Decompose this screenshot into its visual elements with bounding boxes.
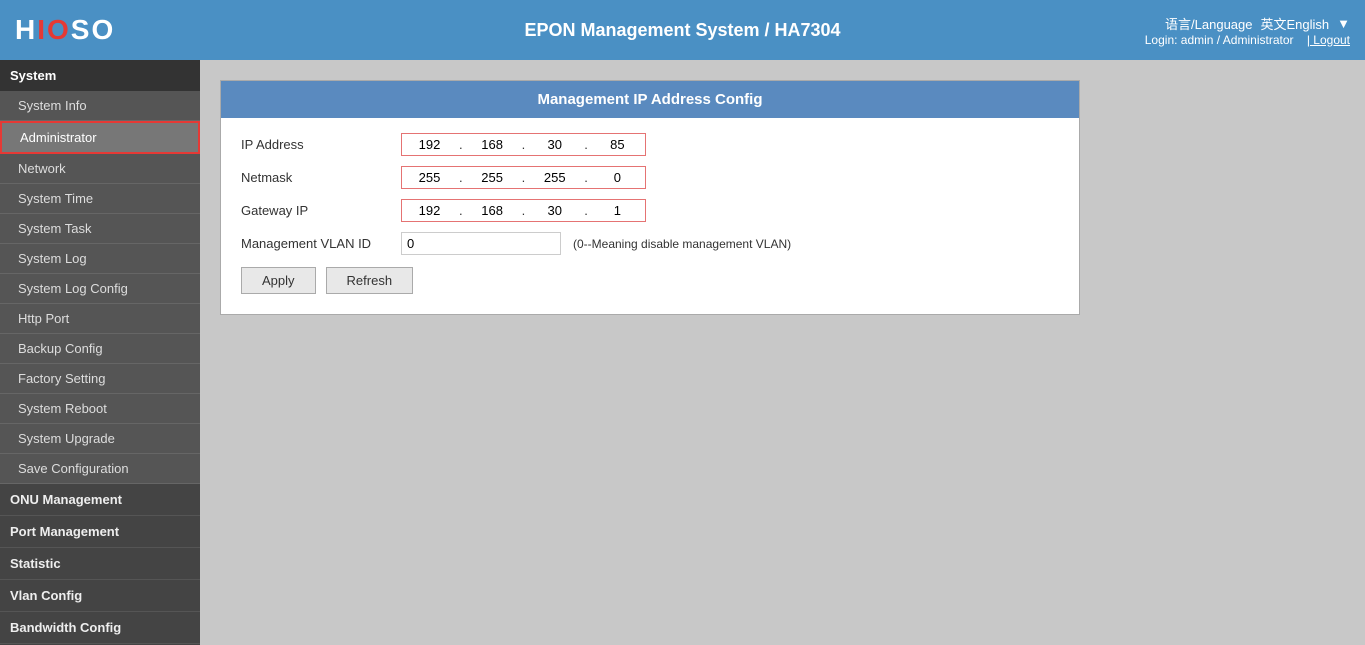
config-body: IP Address . . . Netmask: [221, 118, 1079, 314]
gateway-ip-row: Gateway IP . . .: [241, 199, 1059, 222]
sidebar-item-onu-management[interactable]: ONU Management: [0, 484, 200, 516]
logo-text: HIOSO: [15, 14, 115, 46]
ip-address-row: IP Address . . .: [241, 133, 1059, 156]
ip-address-octet3[interactable]: [527, 134, 582, 155]
vlan-id-label: Management VLAN ID: [241, 236, 401, 251]
gateway-dot-3: .: [582, 203, 590, 218]
ip-address-octet4[interactable]: [590, 134, 645, 155]
language-label: 语言/Language: [1165, 14, 1252, 33]
header: HIOSO EPON Management System / HA7304 语言…: [0, 0, 1365, 60]
sidebar-item-backup-config[interactable]: Backup Config: [0, 334, 200, 364]
ip-address-octet1[interactable]: [402, 134, 457, 155]
vlan-id-input[interactable]: [401, 232, 561, 255]
gateway-ip-octet3[interactable]: [527, 200, 582, 221]
sidebar-system-header: System: [0, 60, 200, 91]
refresh-button[interactable]: Refresh: [326, 267, 414, 294]
ip-dot-2: .: [520, 137, 528, 152]
sidebar-item-save-configuration[interactable]: Save Configuration: [0, 454, 200, 484]
sidebar-item-system-task[interactable]: System Task: [0, 214, 200, 244]
sidebar-item-factory-setting[interactable]: Factory Setting: [0, 364, 200, 394]
sidebar-item-system-reboot[interactable]: System Reboot: [0, 394, 200, 424]
netmask-octet4[interactable]: [590, 167, 645, 188]
sidebar-item-administrator[interactable]: Administrator: [0, 121, 200, 154]
config-box: Management IP Address Config IP Address …: [220, 80, 1080, 315]
ip-address-label: IP Address: [241, 137, 401, 152]
apply-button[interactable]: Apply: [241, 267, 316, 294]
gateway-dot-2: .: [520, 203, 528, 218]
header-title: EPON Management System / HA7304: [524, 20, 840, 41]
logout-link[interactable]: | Logout: [1307, 33, 1350, 47]
gateway-ip-label: Gateway IP: [241, 203, 401, 218]
sidebar: System System Info Administrator Network…: [0, 60, 200, 645]
login-info: Login: admin / Administrator | Logout: [1145, 33, 1350, 47]
vlan-hint: (0--Meaning disable management VLAN): [573, 237, 791, 251]
login-text: Login: admin / Administrator: [1145, 33, 1294, 47]
main-content: Management IP Address Config IP Address …: [200, 60, 1365, 645]
vlan-id-row: Management VLAN ID (0--Meaning disable m…: [241, 232, 1059, 255]
sidebar-item-system-info[interactable]: System Info: [0, 91, 200, 121]
gateway-ip-octet4[interactable]: [590, 200, 645, 221]
sidebar-item-port-management[interactable]: Port Management: [0, 516, 200, 548]
ip-dot-3: .: [582, 137, 590, 152]
config-title: Management IP Address Config: [221, 81, 1079, 118]
sidebar-item-vlan-config[interactable]: Vlan Config: [0, 580, 200, 612]
sidebar-item-bandwidth-config[interactable]: Bandwidth Config: [0, 612, 200, 644]
sidebar-item-system-time[interactable]: System Time: [0, 184, 200, 214]
netmask-dot-3: .: [582, 170, 590, 185]
netmask-octet1[interactable]: [402, 167, 457, 188]
header-right: 语言/Language 英文English ▼ Login: admin / A…: [1145, 14, 1350, 47]
netmask-octet2[interactable]: [465, 167, 520, 188]
language-selector[interactable]: 英文English: [1260, 14, 1329, 33]
netmask-dot-1: .: [457, 170, 465, 185]
netmask-octet3[interactable]: [527, 167, 582, 188]
sidebar-item-http-port[interactable]: Http Port: [0, 304, 200, 334]
ip-address-fields: . . .: [401, 133, 646, 156]
logo: HIOSO: [15, 14, 115, 46]
sidebar-item-system-upgrade[interactable]: System Upgrade: [0, 424, 200, 454]
netmask-row: Netmask . . .: [241, 166, 1059, 189]
gateway-ip-fields: . . .: [401, 199, 646, 222]
chevron-down-icon: ▼: [1337, 16, 1350, 31]
ip-address-octet2[interactable]: [465, 134, 520, 155]
button-row: Apply Refresh: [241, 267, 1059, 294]
netmask-fields: . . .: [401, 166, 646, 189]
netmask-label: Netmask: [241, 170, 401, 185]
ip-dot-1: .: [457, 137, 465, 152]
sidebar-item-system-log[interactable]: System Log: [0, 244, 200, 274]
gateway-ip-octet1[interactable]: [402, 200, 457, 221]
sidebar-item-system-log-config[interactable]: System Log Config: [0, 274, 200, 304]
gateway-ip-octet2[interactable]: [465, 200, 520, 221]
layout: System System Info Administrator Network…: [0, 60, 1365, 645]
sidebar-item-network[interactable]: Network: [0, 154, 200, 184]
netmask-dot-2: .: [520, 170, 528, 185]
sidebar-item-statistic[interactable]: Statistic: [0, 548, 200, 580]
gateway-dot-1: .: [457, 203, 465, 218]
language-row[interactable]: 语言/Language 英文English ▼: [1165, 14, 1350, 33]
